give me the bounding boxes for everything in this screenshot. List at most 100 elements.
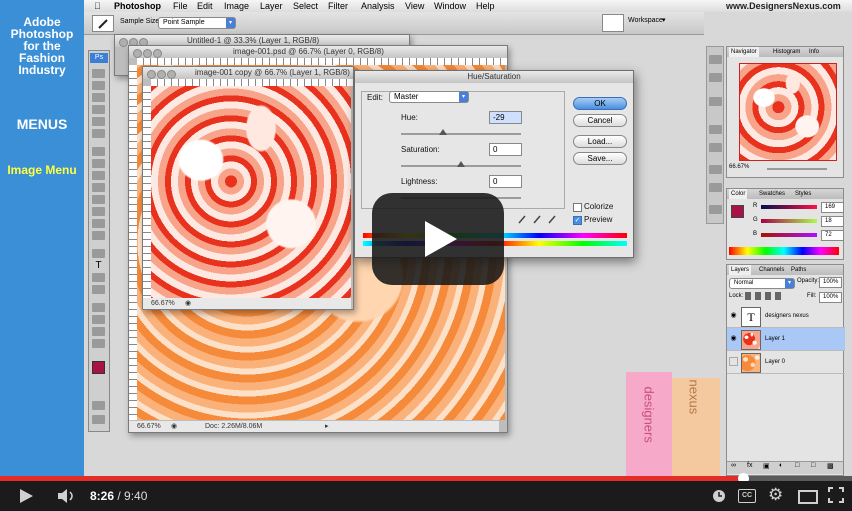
move-tool-icon[interactable] <box>92 69 105 78</box>
navigator-zoom[interactable]: 66.67% <box>729 164 749 170</box>
minimize-icon[interactable] <box>143 49 152 58</box>
preview-checkbox[interactable]: ✓ <box>573 216 582 225</box>
play-overlay-button[interactable] <box>372 193 504 285</box>
crop-tool-icon[interactable] <box>92 117 105 126</box>
hue-slider[interactable] <box>401 133 521 135</box>
foreground-color-swatch[interactable] <box>92 361 105 374</box>
gradient-tool-icon[interactable] <box>92 207 105 216</box>
close-icon[interactable] <box>147 70 156 79</box>
eye-icon[interactable]: ◉ <box>729 334 738 343</box>
workspace-icon[interactable] <box>602 14 624 32</box>
blue-slider[interactable] <box>761 233 817 237</box>
fill-input[interactable]: 100% <box>819 292 842 303</box>
trash-icon[interactable]: ▩ <box>827 462 834 470</box>
zoom-icon[interactable] <box>153 49 162 58</box>
tab-navigator[interactable]: Navigator <box>729 47 759 57</box>
brush-panel-icon[interactable] <box>709 97 722 106</box>
status-menu-arrow-icon[interactable]: ▸ <box>325 421 329 432</box>
opacity-input[interactable]: 100% <box>819 277 842 288</box>
mask-icon[interactable]: ▣ <box>763 462 770 470</box>
quick-select-tool-icon[interactable] <box>92 105 105 114</box>
brush-tool-icon[interactable] <box>92 159 105 168</box>
folder-icon[interactable]: □ <box>795 462 799 469</box>
pen-tool-icon[interactable] <box>92 249 105 258</box>
eyedropper-icon[interactable] <box>517 211 527 224</box>
clone-stamp-tool-icon[interactable] <box>92 171 105 180</box>
quick-mask-icon[interactable] <box>92 401 105 410</box>
menu-select[interactable]: Select <box>293 0 318 12</box>
captions-icon[interactable]: CC <box>738 489 756 503</box>
tab-histogram[interactable]: Histogram <box>771 47 802 57</box>
navigator-zoom-slider[interactable] <box>767 168 827 170</box>
menu-edit[interactable]: Edit <box>197 0 213 12</box>
watch-later-icon[interactable] <box>712 489 726 508</box>
navigator-preview[interactable] <box>739 63 837 161</box>
volume-icon[interactable] <box>56 487 78 510</box>
document-window-copy[interactable]: image-001 copy @ 66.7% (Layer 1, RGB/8) … <box>142 66 354 310</box>
layer-row-layer-0[interactable]: Layer 0 <box>727 351 845 374</box>
tab-paths[interactable]: Paths <box>789 265 808 275</box>
menu-view[interactable]: View <box>405 0 424 12</box>
dock-panel-icon[interactable] <box>709 143 722 152</box>
menu-help[interactable]: Help <box>476 0 495 12</box>
dock-panel-icon[interactable] <box>709 125 722 134</box>
eye-icon[interactable]: ◉ <box>729 311 738 320</box>
window-title-bar[interactable]: image-001 copy @ 66.7% (Layer 1, RGB/8) <box>143 67 353 79</box>
shape-tool-icon[interactable] <box>92 285 105 294</box>
menu-layer[interactable]: Layer <box>260 0 283 12</box>
color-foreground-swatch[interactable] <box>731 205 744 218</box>
save-button[interactable]: Save... <box>573 152 627 165</box>
dock-panel-icon[interactable] <box>709 165 722 174</box>
zoom-level[interactable]: 66.67% <box>151 298 175 309</box>
type-tool-icon[interactable]: T <box>92 261 105 271</box>
eraser-tool-icon[interactable] <box>92 195 105 204</box>
screen-mode-icon[interactable] <box>92 415 105 424</box>
tab-swatches[interactable]: Swatches <box>757 189 787 199</box>
menu-file[interactable]: File <box>173 0 188 12</box>
close-icon[interactable] <box>133 49 142 58</box>
menu-image[interactable]: Image <box>224 0 249 12</box>
dodge-tool-icon[interactable] <box>92 231 105 240</box>
lightness-input[interactable]: 0 <box>489 175 522 188</box>
fx-icon[interactable]: fx <box>747 462 752 469</box>
edit-channel-select[interactable]: Master ▾ <box>389 91 469 103</box>
saturation-input[interactable]: 0 <box>489 143 522 156</box>
green-slider[interactable] <box>761 219 817 223</box>
menu-window[interactable]: Window <box>434 0 466 12</box>
layer-name[interactable]: designers nexus <box>765 305 809 327</box>
dock-panel-icon[interactable] <box>709 55 722 64</box>
lock-icons[interactable] <box>745 292 785 300</box>
color-ramp[interactable] <box>729 247 839 255</box>
app-menu[interactable]: Photoshop <box>114 0 161 12</box>
layer-name[interactable]: Layer 0 <box>765 351 785 373</box>
tab-channels[interactable]: Channels <box>757 265 786 275</box>
menu-filter[interactable]: Filter <box>328 0 348 12</box>
play-icon[interactable] <box>20 489 33 503</box>
dock-panel-icon[interactable] <box>709 205 722 214</box>
layer-row-layer-1[interactable]: ◉ Layer 1 <box>727 328 845 351</box>
layer-name[interactable]: Layer 1 <box>765 328 785 350</box>
zoom-icon[interactable] <box>167 70 176 79</box>
green-input[interactable]: 18 <box>821 216 844 227</box>
fullscreen-icon[interactable] <box>828 487 844 508</box>
blend-mode-select[interactable]: Normal ▾ <box>729 278 795 289</box>
blur-tool-icon[interactable] <box>92 219 105 228</box>
dock-panel-icon[interactable] <box>709 73 722 82</box>
lasso-tool-icon[interactable] <box>92 93 105 102</box>
hand-tool-icon[interactable] <box>92 327 105 336</box>
tab-info[interactable]: Info <box>807 47 821 57</box>
hue-input[interactable]: -29 <box>489 111 522 124</box>
hue-slider-thumb[interactable] <box>439 129 447 135</box>
layer-row-designers-nexus[interactable]: ◉ T designers nexus <box>727 305 845 328</box>
history-brush-tool-icon[interactable] <box>92 183 105 192</box>
status-info-icon[interactable]: ◉ <box>185 298 191 309</box>
status-info-icon[interactable]: ◉ <box>171 421 177 432</box>
eyedropper-minus-icon[interactable] <box>547 211 557 224</box>
settings-gear-icon[interactable]: ⚙ <box>768 485 783 505</box>
red-slider[interactable] <box>761 205 817 209</box>
apple-icon[interactable]:  <box>94 0 101 12</box>
workspace-menu[interactable]: Workspace <box>628 17 663 24</box>
blue-input[interactable]: 72 <box>821 230 844 241</box>
tab-styles[interactable]: Styles <box>793 189 813 199</box>
eyedropper-tool-preset-icon[interactable] <box>92 15 114 32</box>
